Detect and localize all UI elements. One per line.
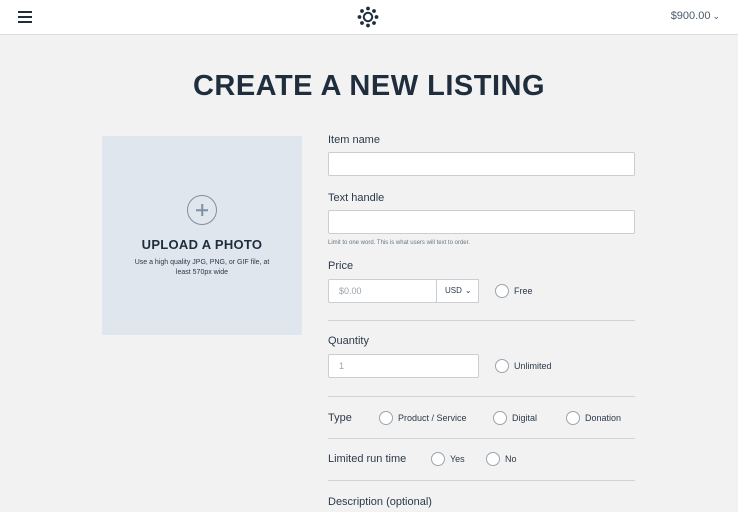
add-icon xyxy=(187,195,217,225)
chevron-down-icon: ⌄ xyxy=(464,286,472,295)
chevron-down-icon: ⌄ xyxy=(712,11,720,21)
limited-run-no-label: No xyxy=(505,454,517,464)
menu-icon[interactable] xyxy=(18,11,32,23)
type-digital-label: Digital xyxy=(512,413,538,423)
limited-run-yes-label: Yes xyxy=(450,454,465,464)
unlimited-label: Unlimited xyxy=(514,361,552,371)
type-label: Type xyxy=(328,412,352,424)
type-product-label: Product / Service xyxy=(398,413,467,423)
upload-photo-area[interactable]: UPLOAD A PHOTO Use a high quality JPG, P… xyxy=(102,136,302,335)
currency-select[interactable]: USD ⌄ xyxy=(436,279,479,303)
balance-dropdown[interactable]: $900.00 ⌄ xyxy=(671,10,720,22)
divider xyxy=(328,480,635,481)
free-label: Free xyxy=(514,286,533,296)
item-name-label: Item name xyxy=(328,134,380,146)
upload-title: UPLOAD A PHOTO xyxy=(141,237,263,252)
type-product-radio[interactable] xyxy=(379,411,393,425)
type-digital-radio[interactable] xyxy=(493,411,507,425)
unlimited-radio[interactable] xyxy=(495,359,509,373)
logo-icon[interactable] xyxy=(357,6,379,28)
upload-help-text: Use a high quality JPG, PNG, or GIF file… xyxy=(134,259,270,276)
text-handle-label: Text handle xyxy=(328,192,385,204)
text-handle-hint: Limit to one word. This is what users wi… xyxy=(328,240,470,246)
limited-run-no-radio[interactable] xyxy=(486,452,500,466)
quantity-input[interactable]: 1 xyxy=(328,354,479,378)
limited-run-yes-radio[interactable] xyxy=(431,452,445,466)
description-label: Description (optional) xyxy=(328,496,432,508)
balance-amount: $900.00 xyxy=(670,10,711,22)
type-donation-radio[interactable] xyxy=(566,411,580,425)
quantity-label: Quantity xyxy=(328,335,369,347)
item-name-input[interactable] xyxy=(328,152,635,176)
price-label: Price xyxy=(328,260,354,272)
type-donation-label: Donation xyxy=(585,413,622,423)
text-handle-input[interactable] xyxy=(328,210,635,234)
free-radio[interactable] xyxy=(495,284,509,298)
limited-run-label: Limited run time xyxy=(328,453,407,465)
divider xyxy=(328,396,635,397)
divider xyxy=(328,320,635,321)
top-bar: $900.00 ⌄ xyxy=(0,0,738,35)
price-input[interactable]: $0.00 xyxy=(328,279,437,303)
divider xyxy=(328,438,635,439)
currency-value: USD xyxy=(445,286,462,295)
page-title: CREATE A NEW LISTING xyxy=(192,70,546,102)
